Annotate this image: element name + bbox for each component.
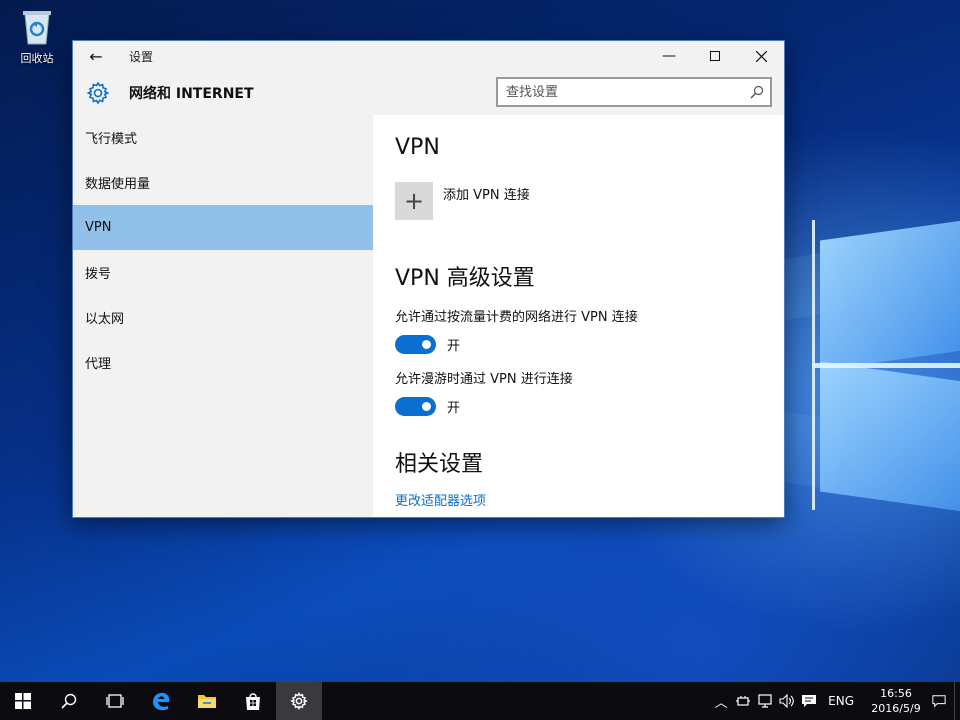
add-vpn-row[interactable]: + 添加 VPN 连接 (395, 182, 762, 220)
toggle-row-roaming: 开 (395, 397, 762, 416)
nav-item-ethernet[interactable]: 以太网 (73, 295, 373, 340)
settings-nav: 飞行模式 数据使用量 VPN 拨号 以太网 代理 (73, 115, 373, 517)
start-button[interactable] (0, 682, 46, 720)
section-heading-vpn: VPN (395, 135, 440, 160)
action-center-button[interactable] (798, 694, 820, 708)
task-view-button[interactable] (92, 682, 138, 720)
clock[interactable]: 16:56 2016/5/9 (864, 686, 928, 716)
recycle-bin-icon (20, 6, 54, 46)
settings-header: 网络和 INTERNET (73, 71, 784, 115)
system-tray: ︿ ENG 16:56 2016/5/9 (710, 682, 960, 720)
toggle-knob (422, 402, 431, 411)
power-tray-button[interactable] (732, 694, 754, 708)
page-title: 网络和 INTERNET (129, 86, 254, 102)
search-icon[interactable] (750, 84, 764, 103)
add-vpn-label[interactable]: 添加 VPN 连接 (443, 184, 530, 203)
nav-item-label: 以太网 (85, 312, 125, 327)
store-button[interactable] (230, 682, 276, 720)
toggle-state-text: 开 (447, 401, 461, 416)
notifications-button[interactable] (928, 694, 950, 708)
search-icon (61, 693, 77, 709)
plus-icon: + (403, 187, 425, 215)
show-hidden-icons-button[interactable]: ︿ (710, 692, 732, 711)
section-heading-advanced: VPN 高级设置 (395, 266, 535, 291)
input-language-indicator[interactable]: ENG (828, 694, 854, 708)
vpn-content: VPN + 添加 VPN 连接 VPN 高级设置 允许通过按流量计费的网络进行 … (373, 115, 784, 517)
nav-item-label: 数据使用量 (85, 177, 151, 192)
minimize-icon: — (662, 48, 676, 64)
back-button[interactable]: ← (73, 41, 119, 71)
nav-item-label: VPN (85, 220, 112, 235)
windows-logo-graphic (790, 200, 960, 530)
task-view-icon (106, 694, 124, 708)
network-tray-button[interactable] (754, 694, 776, 708)
title-bar: ← 设置 — (73, 41, 784, 71)
notification-icon (932, 695, 946, 708)
search-taskbar-button[interactable] (46, 682, 92, 720)
nav-item-label: 拨号 (85, 267, 112, 282)
maximize-icon (710, 51, 720, 61)
show-desktop-button[interactable] (954, 682, 960, 720)
caption-buttons: — (646, 41, 784, 71)
gear-icon (75, 81, 121, 105)
settings-window: ← 设置 — 网络和 INTERNET 查找设置 飞行模式 数据使用量 VPN … (72, 40, 785, 518)
edge-browser-button[interactable] (138, 682, 184, 720)
clock-time: 16:56 (880, 687, 912, 700)
toggle-knob (422, 340, 431, 349)
toggle-row-metered: 开 (395, 335, 762, 354)
close-icon (755, 50, 767, 62)
volume-tray-button[interactable] (776, 694, 798, 708)
power-plug-icon (736, 696, 751, 706)
arrow-left-icon: ← (89, 46, 103, 66)
section-heading-related: 相关设置 (395, 452, 484, 477)
windows-start-icon (15, 693, 31, 709)
toggle-state-text: 开 (447, 339, 461, 354)
add-vpn-button[interactable]: + (395, 182, 433, 220)
window-title: 设置 (129, 49, 154, 64)
nav-item-data-usage[interactable]: 数据使用量 (73, 160, 373, 205)
file-explorer-button[interactable] (184, 682, 230, 720)
nav-item-label: 飞行模式 (85, 132, 138, 147)
clock-date: 2016/5/9 (871, 702, 921, 715)
chevron-up-icon: ︿ (714, 695, 728, 711)
change-adapter-options-link[interactable]: 更改适配器选项 (395, 490, 486, 509)
store-bag-icon (246, 693, 260, 710)
option-label-metered: 允许通过按流量计费的网络进行 VPN 连接 (395, 310, 638, 325)
settings-taskbar-button[interactable] (276, 682, 322, 720)
nav-item-label: 代理 (85, 357, 112, 372)
option-label-roaming: 允许漫游时通过 VPN 进行连接 (395, 372, 573, 387)
nav-item-vpn[interactable]: VPN (73, 205, 373, 250)
folder-icon (198, 695, 216, 708)
edge-icon (153, 692, 170, 711)
desktop-icon-label: 回收站 (20, 52, 54, 65)
nav-item-dial-up[interactable]: 拨号 (73, 250, 373, 295)
network-monitor-icon (758, 694, 772, 708)
maximize-button[interactable] (692, 41, 738, 71)
search-input[interactable] (506, 84, 736, 100)
toggle-metered[interactable] (395, 335, 436, 354)
nav-item-airplane-mode[interactable]: 飞行模式 (73, 115, 373, 160)
speaker-icon (779, 694, 794, 708)
search-box (496, 77, 772, 107)
close-button[interactable] (738, 41, 784, 71)
taskbar: ︿ ENG 16:56 2016/5/9 (0, 682, 960, 720)
nav-item-proxy[interactable]: 代理 (73, 340, 373, 385)
minimize-button[interactable]: — (646, 41, 692, 71)
notification-icon (802, 695, 817, 707)
gear-icon (290, 692, 308, 710)
desktop-icon-recycle-bin[interactable]: 回收站 (12, 6, 62, 66)
toggle-roaming[interactable] (395, 397, 436, 416)
